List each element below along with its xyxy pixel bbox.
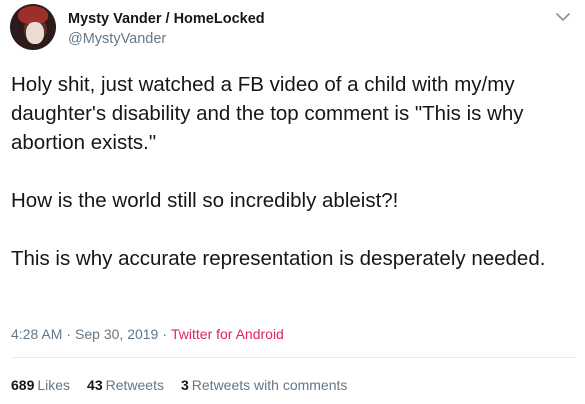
likes-stat[interactable]: 689 Likes (11, 376, 70, 394)
tweet: Mysty Vander / HomeLocked @MystyVander H… (0, 0, 585, 404)
retweets-with-comments-stat[interactable]: 3 Retweets with comments (181, 376, 347, 394)
retweets-label: Retweets (105, 377, 164, 393)
tweet-source-link[interactable]: Twitter for Android (171, 326, 284, 342)
chevron-down-icon[interactable] (554, 10, 572, 24)
meta-separator: · (162, 326, 168, 342)
retweets-stat[interactable]: 43 Retweets (87, 376, 164, 394)
tweet-paragraph: Holy shit, just watched a FB video of a … (11, 73, 524, 154)
tweet-paragraph: This is why accurate representation is d… (11, 247, 546, 270)
author-block: Mysty Vander / HomeLocked @MystyVander (68, 10, 265, 49)
retweets-with-comments-count: 3 (180, 377, 189, 393)
retweets-count: 43 (87, 377, 103, 393)
tweet-text: Holy shit, just watched a FB video of a … (11, 70, 576, 273)
tweet-date[interactable]: Sep 30, 2019 (75, 326, 158, 342)
avatar[interactable] (10, 4, 56, 50)
tweet-paragraph: How is the world still so incredibly abl… (11, 189, 399, 212)
meta-separator: · (66, 326, 72, 342)
tweet-stats: 689 Likes 43 Retweets 3 Retweets with comment… (11, 376, 364, 394)
retweets-with-comments-label: Retweets with comments (191, 377, 348, 393)
likes-count: 689 (11, 377, 35, 393)
author-display-name[interactable]: Mysty Vander / HomeLocked (68, 10, 265, 29)
tweet-time[interactable]: 4:28 AM (11, 326, 62, 342)
likes-label: Likes (37, 377, 71, 393)
divider (11, 357, 576, 358)
author-handle[interactable]: @MystyVander (68, 29, 265, 49)
tweet-meta: 4:28 AM · Sep 30, 2019 · Twitter for Android (11, 325, 284, 343)
